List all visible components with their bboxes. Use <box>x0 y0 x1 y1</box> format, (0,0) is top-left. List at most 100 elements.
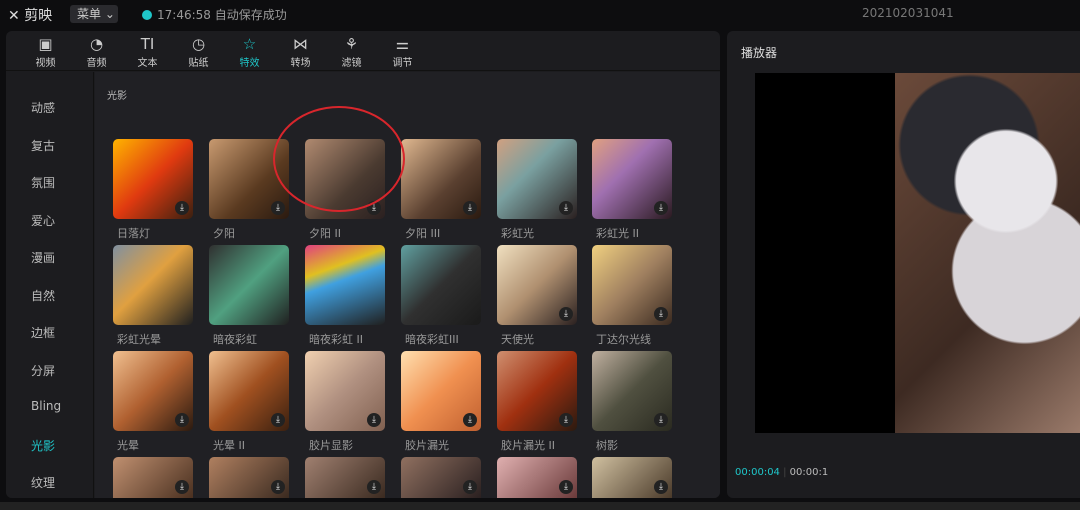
effect-label: 胶片显影 <box>309 439 353 452</box>
tab-text[interactable]: TI 文本 <box>122 31 173 70</box>
sidebar-item[interactable]: 氛围 <box>31 174 55 191</box>
sidebar-item[interactable]: 漫画 <box>31 249 55 266</box>
download-icon[interactable]: ⤓ <box>271 413 285 427</box>
player-title: 播放器 <box>741 46 778 60</box>
effects-sidebar: 动感复古氛围爱心漫画自然边框分屏 Bling 光影纹理 <box>6 72 94 498</box>
menu-label: 菜单 <box>77 7 102 21</box>
effect-thumbnail[interactable]: ⤓ <box>592 457 672 498</box>
download-icon[interactable]: ⤓ <box>463 413 477 427</box>
effect-thumbnail[interactable]: ⤓ <box>113 139 193 219</box>
tab-label: 滤镜 <box>341 58 362 69</box>
sticker-icon: ◷ <box>191 35 206 53</box>
effect-label: 丁达尔光线 <box>596 333 651 346</box>
section-title: 光影 <box>107 91 127 102</box>
effect-label: 夕阳 <box>213 227 235 240</box>
effect-label: 夕阳 II <box>309 227 341 240</box>
tab-filter[interactable]: ⚘ 滤镜 <box>326 31 377 70</box>
effect-thumbnail[interactable]: ⤓ <box>113 351 193 431</box>
download-icon[interactable]: ⤓ <box>654 201 668 215</box>
download-icon[interactable]: ⤓ <box>559 413 573 427</box>
download-icon[interactable]: ⤓ <box>559 307 573 321</box>
audio-icon: ◔ <box>89 35 104 53</box>
effect-label: 彩虹光晕 <box>117 333 161 346</box>
media-panel: ▣ 视频 ◔ 音频 TI 文本 ◷ 贴纸 ☆ 特效 ⋈ 转场 ⚘ 滤镜 ⚌ 调节 动感复古氛围爱心漫画自然边框… <box>6 31 720 498</box>
filter-icon: ⚘ <box>344 35 359 53</box>
effect-label: 胶片漏光 II <box>501 439 555 452</box>
video-icon: ▣ <box>38 35 53 53</box>
sidebar-item[interactable]: 纹理 <box>31 474 55 491</box>
download-icon[interactable]: ⤓ <box>367 480 381 494</box>
effect-thumbnail[interactable]: ⤓ <box>113 457 193 498</box>
sidebar-item[interactable]: 动感 <box>31 99 55 116</box>
effect-label: 暗夜彩虹III <box>405 333 459 346</box>
effect-label: 日落灯 <box>117 227 150 240</box>
effect-thumbnail[interactable]: ⤓ <box>401 351 481 431</box>
effect-thumbnail[interactable]: ⤓ <box>497 457 577 498</box>
download-icon[interactable]: ⤓ <box>271 480 285 494</box>
timecode: 00:00:04 | 00:00:1 <box>735 467 829 478</box>
effect-label: 树影 <box>596 439 618 452</box>
effect-thumbnail[interactable]: ⤓ <box>592 139 672 219</box>
total-time: 00:00:1 <box>789 467 829 478</box>
transition-icon: ⋈ <box>293 35 308 53</box>
effect-thumbnail[interactable]: ⤓ <box>497 351 577 431</box>
sidebar-item[interactable]: 分屏 <box>31 362 55 379</box>
tab-effects[interactable]: ☆ 特效 <box>224 31 275 70</box>
effect-label: 彩虹光 <box>501 227 534 240</box>
tab-label: 贴纸 <box>188 58 209 69</box>
effect-label: 光晕 <box>117 439 139 452</box>
download-icon[interactable]: ⤓ <box>367 413 381 427</box>
download-icon[interactable]: ⤓ <box>654 480 668 494</box>
effects-icon: ☆ <box>242 35 257 53</box>
download-icon[interactable]: ⤓ <box>175 480 189 494</box>
effect-label: 光晕 II <box>213 439 245 452</box>
check-icon <box>142 9 152 20</box>
sidebar-item[interactable]: 光影 <box>31 437 55 454</box>
effect-thumbnail[interactable] <box>113 245 193 325</box>
menu-dropdown[interactable]: 菜单 ⌄ <box>70 5 118 23</box>
effect-thumbnail[interactable]: ⤓ <box>401 457 481 498</box>
tab-transition[interactable]: ⋈ 转场 <box>275 31 326 70</box>
effect-label: 彩虹光 II <box>596 227 639 240</box>
download-icon[interactable]: ⤓ <box>559 480 573 494</box>
effect-thumbnail[interactable]: ⤓ <box>305 457 385 498</box>
tab-label: 转场 <box>290 58 311 69</box>
download-icon[interactable]: ⤓ <box>175 413 189 427</box>
tab-video[interactable]: ▣ 视频 <box>20 31 71 70</box>
effect-thumbnail[interactable]: ⤓ <box>592 245 672 325</box>
adjust-icon: ⚌ <box>395 35 410 53</box>
effect-thumbnail[interactable]: ⤓ <box>592 351 672 431</box>
effect-thumbnail[interactable]: ⤓ <box>305 351 385 431</box>
effect-thumbnail[interactable]: ⤓ <box>497 245 577 325</box>
project-name: 202102031041 <box>862 6 954 20</box>
current-time: 00:00:04 <box>735 467 780 478</box>
video-preview[interactable] <box>755 73 1080 433</box>
effect-thumbnail[interactable]: ⤓ <box>497 139 577 219</box>
effect-thumbnail[interactable] <box>209 245 289 325</box>
effect-thumbnail[interactable]: ⤓ <box>209 457 289 498</box>
effect-thumbnail[interactable]: ⤓ <box>209 351 289 431</box>
tab-audio[interactable]: ◔ 音频 <box>71 31 122 70</box>
sidebar-item[interactable]: 边框 <box>31 324 55 341</box>
download-icon[interactable]: ⤓ <box>463 201 477 215</box>
download-icon[interactable]: ⤓ <box>175 201 189 215</box>
sidebar-item[interactable]: 自然 <box>31 287 55 304</box>
effect-thumbnail[interactable] <box>401 245 481 325</box>
autosave-text: 17:46:58 自动保存成功 <box>157 8 287 22</box>
effect-thumbnail[interactable] <box>305 245 385 325</box>
sidebar-item[interactable]: 复古 <box>31 137 55 154</box>
effect-label: 天使光 <box>501 333 534 346</box>
app-name: 剪映 <box>24 8 53 24</box>
download-icon[interactable]: ⤓ <box>559 201 573 215</box>
sidebar-item[interactable]: Bling <box>31 399 61 413</box>
download-icon[interactable]: ⤓ <box>654 307 668 321</box>
download-icon[interactable]: ⤓ <box>271 201 285 215</box>
tab-adjust[interactable]: ⚌ 调节 <box>377 31 428 70</box>
download-icon[interactable]: ⤓ <box>463 480 477 494</box>
tab-label: 音频 <box>86 58 107 69</box>
effect-thumbnail[interactable]: ⤓ <box>401 139 481 219</box>
download-icon[interactable]: ⤓ <box>654 413 668 427</box>
sidebar-item[interactable]: 爱心 <box>31 212 55 229</box>
tab-sticker[interactable]: ◷ 贴纸 <box>173 31 224 70</box>
tab-label: 文本 <box>137 58 158 69</box>
